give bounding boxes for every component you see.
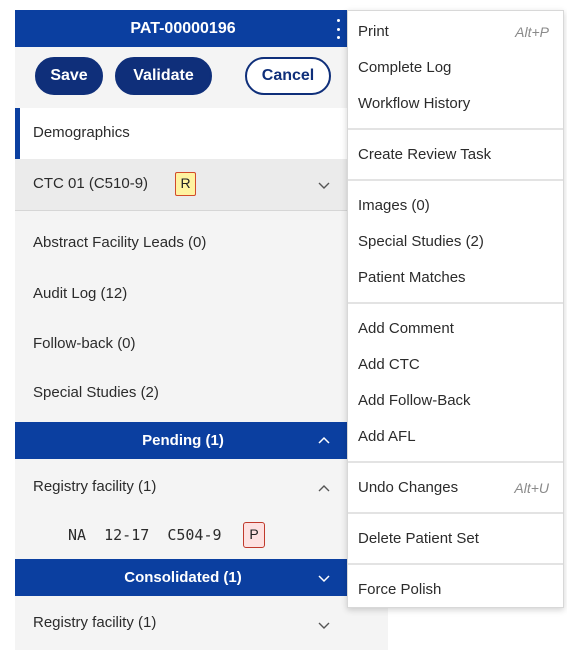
section-header-pending[interactable]: Pending (1) xyxy=(15,422,351,459)
menu-item-undo-changes[interactable]: Undo Changes xyxy=(358,479,458,496)
nav-item-label: Demographics xyxy=(33,124,130,141)
chevron-up-icon[interactable] xyxy=(317,434,331,448)
nav-item-label: Follow-back (0) xyxy=(33,335,136,352)
menu-item-images[interactable]: Images (0) xyxy=(358,197,430,214)
nav-item-ctc[interactable]: CTC 01 (C510-9) R xyxy=(15,159,351,211)
section-header-consolidated[interactable]: Consolidated (1) xyxy=(15,559,351,596)
status-badge-r: R xyxy=(175,172,196,196)
group-row-label: Registry facility (1) xyxy=(33,478,157,495)
shortcut-print: Alt+P xyxy=(515,24,549,40)
action-bar: Save Validate Cancel xyxy=(15,47,351,105)
save-button[interactable]: Save xyxy=(35,57,103,95)
panel-header: PAT-00000196 xyxy=(15,10,351,47)
menu-item-delete-patient-set[interactable]: Delete Patient Set xyxy=(358,530,479,547)
menu-item-special-studies[interactable]: Special Studies (2) xyxy=(358,233,484,250)
nav-item-audit-log[interactable]: Audit Log (12) xyxy=(15,276,351,316)
validate-button[interactable]: Validate xyxy=(115,57,212,95)
menu-divider xyxy=(348,179,563,181)
nav-item-label: Audit Log (12) xyxy=(33,285,128,302)
chevron-up-icon[interactable] xyxy=(317,482,331,496)
chevron-down-icon[interactable] xyxy=(317,571,331,585)
section-title: Pending (1) xyxy=(142,432,224,449)
nav-item-demographics[interactable]: Demographics xyxy=(15,108,351,159)
group-row-registry-facility[interactable]: Registry facility (1) xyxy=(15,605,351,645)
menu-item-add-comment[interactable]: Add Comment xyxy=(358,320,454,337)
menu-item-force-polish[interactable]: Force Polish xyxy=(358,581,441,598)
group-row-label: Registry facility (1) xyxy=(33,614,157,631)
menu-item-add-follow-back[interactable]: Add Follow-Back xyxy=(358,392,471,409)
cancel-button[interactable]: Cancel xyxy=(245,57,331,95)
menu-item-create-review-task[interactable]: Create Review Task xyxy=(358,146,491,163)
menu-item-patient-matches[interactable]: Patient Matches xyxy=(358,269,466,286)
active-indicator xyxy=(15,108,20,159)
patient-id-title: PAT-00000196 xyxy=(130,20,236,37)
nav-item-abstract-facility-leads[interactable]: Abstract Facility Leads (0) xyxy=(15,225,351,265)
chevron-down-icon[interactable] xyxy=(317,178,331,192)
nav-item-follow-back[interactable]: Follow-back (0) xyxy=(15,326,351,366)
kebab-menu-icon[interactable] xyxy=(333,19,343,39)
menu-item-add-afl[interactable]: Add AFL xyxy=(358,428,416,445)
menu-item-add-ctc[interactable]: Add CTC xyxy=(358,356,420,373)
nav-item-label: Special Studies (2) xyxy=(33,384,159,401)
context-menu: Print Alt+P Complete Log Workflow Histor… xyxy=(347,10,564,608)
menu-divider xyxy=(348,461,563,463)
section-title: Consolidated (1) xyxy=(124,569,242,586)
nav-item-label: CTC 01 (C510-9) xyxy=(33,175,149,192)
nav-item-label: Abstract Facility Leads (0) xyxy=(33,234,207,251)
nav-item-special-studies[interactable]: Special Studies (2) xyxy=(15,375,351,415)
shortcut-undo: Alt+U xyxy=(514,480,549,496)
menu-item-workflow-history[interactable]: Workflow History xyxy=(358,95,470,112)
status-badge-p: P xyxy=(243,522,265,548)
menu-divider xyxy=(348,302,563,304)
group-row-registry-facility[interactable]: Registry facility (1) xyxy=(15,469,351,509)
menu-divider xyxy=(348,512,563,514)
patient-panel: PAT-00000196 Save Validate Cancel Demogr… xyxy=(15,10,388,650)
menu-item-complete-log[interactable]: Complete Log xyxy=(358,59,451,76)
case-row-text: NA 12-17 C504-9 xyxy=(68,526,222,544)
case-row[interactable]: NA 12-17 C504-9 P xyxy=(15,518,351,554)
menu-divider xyxy=(348,563,563,565)
menu-item-print[interactable]: Print xyxy=(358,23,389,40)
chevron-down-icon[interactable] xyxy=(317,618,331,632)
menu-divider xyxy=(348,128,563,130)
